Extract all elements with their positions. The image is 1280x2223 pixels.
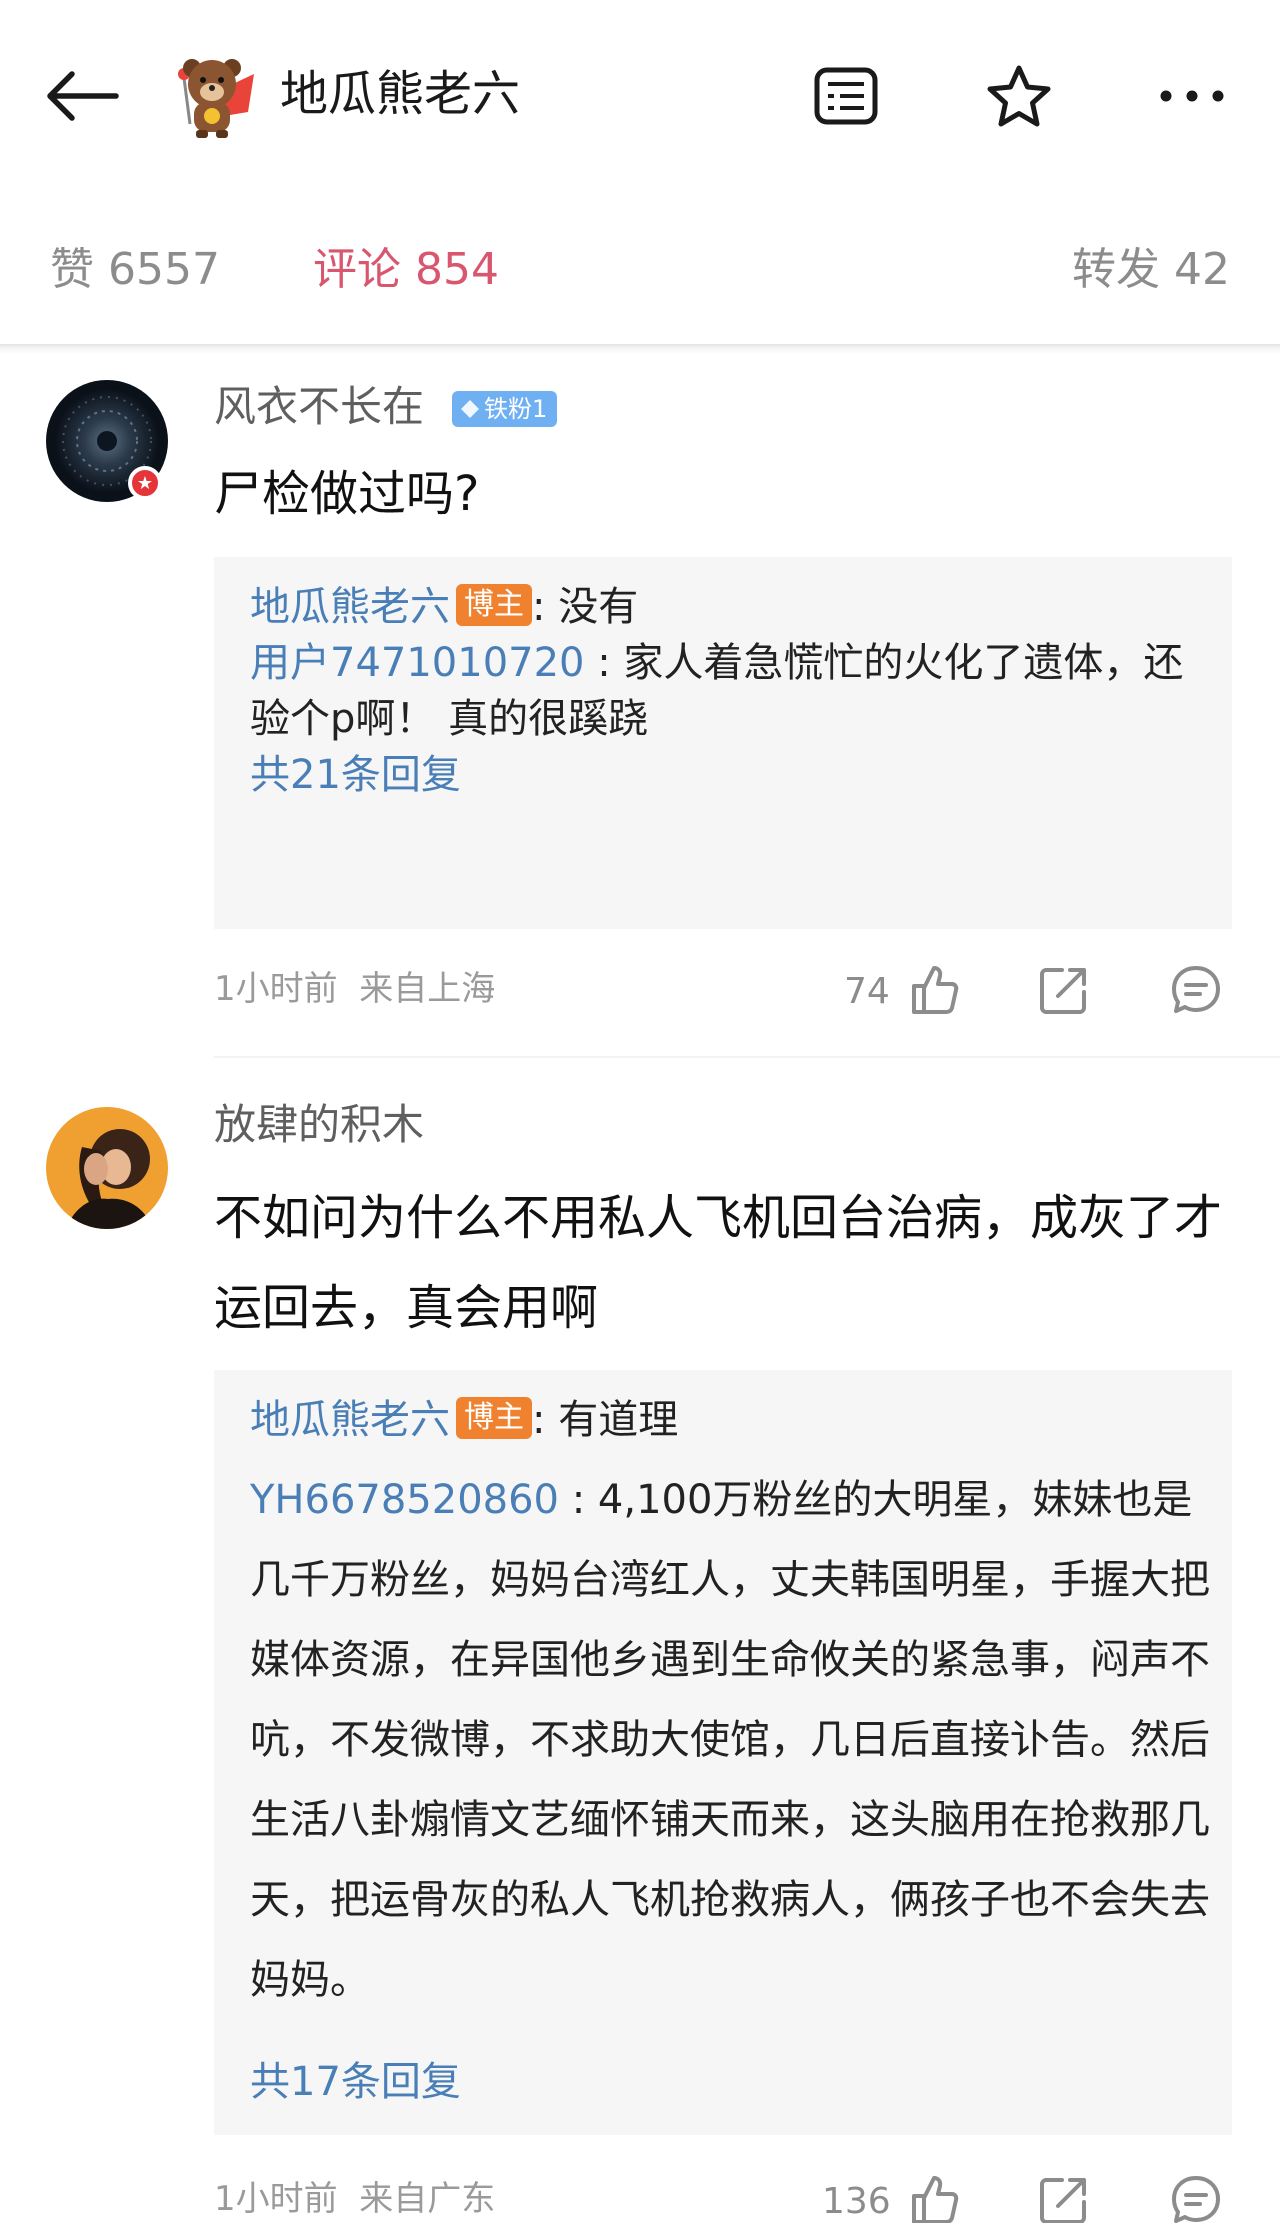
header-divider — [0, 344, 1280, 354]
author-avatar[interactable] — [168, 50, 260, 142]
comment-username[interactable]: 风衣不长在 — [214, 380, 424, 434]
view-all-replies-link[interactable]: 共21条回复 — [250, 747, 461, 803]
comment-actions: 136 — [822, 2168, 1240, 2223]
list-view-icon — [814, 67, 878, 125]
stats-tabs: 赞 6557 评论 854 转发 42 — [0, 230, 1280, 310]
like-count: 136 — [822, 2181, 891, 2222]
more-button[interactable] — [1148, 52, 1236, 140]
back-arrow-icon — [47, 71, 119, 121]
favorite-button[interactable] — [975, 52, 1063, 140]
comment-time: 1小时前 — [214, 969, 338, 1009]
comment-actions: 74 — [840, 958, 1240, 1018]
tab-likes[interactable]: 赞 6557 — [50, 242, 220, 298]
host-badge: 博主 — [456, 584, 532, 626]
comment-username[interactable]: 放肆的积木 — [214, 1098, 424, 1152]
verified-badge-icon: ★ — [128, 466, 162, 500]
reply-text: : 有道理 — [532, 1397, 679, 1443]
reply-username[interactable]: YH6678520860 — [250, 1477, 559, 1523]
comment-meta: 1小时前 来自广东 — [214, 2175, 495, 2223]
reply-preview-box[interactable]: 地瓜熊老六 博主: 有道理 YH6678520860 : 4,100万粉丝的大明星… — [214, 1370, 1232, 2135]
comment-location: 来自广东 — [359, 2179, 496, 2219]
more-dots-icon — [1160, 90, 1224, 102]
thumbs-up-icon[interactable] — [906, 962, 962, 1018]
bear-mascot-icon — [178, 59, 254, 138]
comment-text: 不如问为什么不用私人飞机回台治病，成灰了才运回去，真会用啊 — [214, 1190, 1223, 1336]
reply-username[interactable]: 用户7471010720 — [250, 640, 585, 686]
fan-level-badge: 铁粉1 — [452, 391, 558, 427]
top-bar: 地瓜熊老六 — [0, 0, 1280, 190]
avatar[interactable] — [46, 1107, 168, 1229]
like-count: 74 — [844, 971, 890, 1012]
reply-item: 用户7471010720 : 家人着急慌忙的火化了遗体，还验个p啊！ 真的很蹊跷 — [250, 623, 1210, 747]
share-icon[interactable] — [1036, 962, 1092, 1018]
tab-comments[interactable]: 评论 854 — [313, 242, 499, 298]
view-all-replies-link[interactable]: 共17条回复 — [250, 2054, 461, 2110]
fan-badge-label: 铁粉1 — [484, 395, 548, 423]
reply-item: YH6678520860 : 4,100万粉丝的大明星，妹妹也是几千万粉丝，妈妈… — [250, 1460, 1210, 2020]
star-icon — [987, 65, 1051, 127]
share-icon[interactable] — [1036, 2172, 1092, 2223]
reply-text: : 4,100万粉丝的大明星，妹妹也是几千万粉丝，妈妈台湾红人，丈夫韩国明星，手… — [250, 1477, 1210, 2003]
reply-item: 地瓜熊老六 博主: 有道理 — [250, 1380, 1210, 1460]
comment-separator — [214, 1056, 1280, 1058]
comment-meta: 1小时前 来自上海 — [214, 965, 495, 1013]
reply-preview-box[interactable]: 地瓜熊老六 博主: 没有 用户7471010720 : 家人着急慌忙的火化了遗体，… — [214, 557, 1232, 929]
tab-reposts[interactable]: 转发 42 — [1072, 242, 1230, 298]
comment-text: 尸检做过吗? — [214, 466, 480, 522]
comment-bubble-icon[interactable] — [1168, 2172, 1224, 2223]
comment-bubble-icon[interactable] — [1168, 962, 1224, 1018]
list-view-button[interactable] — [802, 52, 890, 140]
comment-location: 来自上海 — [359, 969, 496, 1009]
diamond-icon — [461, 400, 479, 418]
host-badge: 博主 — [456, 1397, 532, 1439]
thumbs-up-icon[interactable] — [906, 2172, 962, 2223]
couple-photo-avatar-image — [46, 1107, 168, 1229]
back-button[interactable] — [44, 56, 134, 136]
reply-username[interactable]: 地瓜熊老六 — [250, 1397, 450, 1443]
page-title: 地瓜熊老六 — [280, 66, 521, 122]
comment-time: 1小时前 — [214, 2179, 338, 2219]
